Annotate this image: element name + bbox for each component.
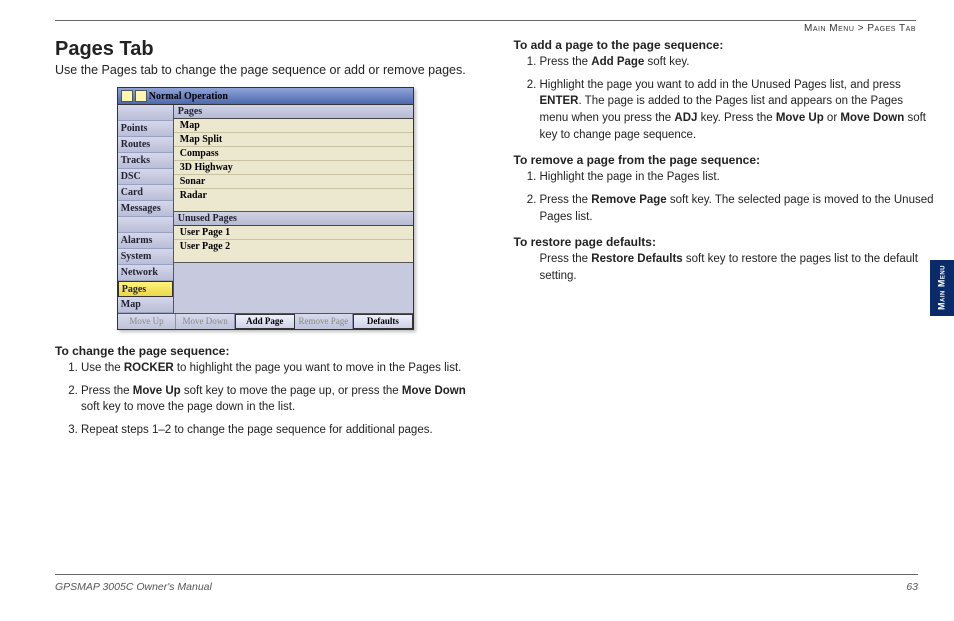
sidebar-item[interactable] bbox=[118, 217, 173, 233]
softkey-remove-page: Remove Page bbox=[295, 314, 354, 329]
list-row[interactable]: 3D Highway bbox=[174, 161, 413, 175]
list-item: Highlight the page in the Pages list. bbox=[540, 169, 935, 186]
page-title: Pages Tab bbox=[55, 38, 476, 61]
right-column: To add a page to the page sequence: Pres… bbox=[514, 38, 935, 447]
sidebar-item[interactable]: Points bbox=[118, 121, 173, 137]
unused-pages-list: User Page 1User Page 2 bbox=[174, 226, 413, 263]
section-tab: Main Menu bbox=[930, 260, 954, 316]
breadcrumb-section: Main Menu bbox=[804, 23, 854, 34]
left-column: Pages Tab Use the Pages tab to change th… bbox=[55, 38, 476, 447]
unused-list-header: Unused Pages bbox=[174, 212, 413, 226]
list-row[interactable]: Map bbox=[174, 119, 413, 133]
list-row[interactable]: Radar bbox=[174, 189, 413, 202]
change-heading: To change the page sequence: bbox=[55, 344, 476, 358]
sidebar-item[interactable]: DSC bbox=[118, 169, 173, 185]
softkey-move-down: Move Down bbox=[176, 314, 235, 329]
footer-rule bbox=[55, 574, 918, 575]
sidebar-item[interactable]: Network bbox=[118, 265, 173, 281]
window-titlebar: Normal Operation bbox=[118, 88, 413, 105]
list-item: Press the Remove Page soft key. The sele… bbox=[540, 192, 935, 225]
list-row[interactable]: Map Split bbox=[174, 133, 413, 147]
footer-page-number: 63 bbox=[906, 581, 918, 593]
add-steps: Press the Add Page soft key. Highlight t… bbox=[514, 54, 935, 143]
restore-body: Press the Restore Defaults soft key to r… bbox=[540, 251, 935, 284]
list-item: Repeat steps 1–2 to change the page sequ… bbox=[81, 422, 476, 439]
remove-heading: To remove a page from the page sequence: bbox=[514, 153, 935, 167]
softkey-bar: Move UpMove DownAdd PageRemove PageDefau… bbox=[118, 313, 413, 329]
sidebar-item[interactable]: Alarms bbox=[118, 233, 173, 249]
softkey-defaults[interactable]: Defaults bbox=[353, 314, 413, 329]
window-icon bbox=[135, 90, 147, 102]
pages-list: MapMap SplitCompass3D HighwaySonarRadar bbox=[174, 119, 413, 212]
list-item: Highlight the page you want to add in th… bbox=[540, 77, 935, 144]
sidebar-item[interactable]: Card bbox=[118, 185, 173, 201]
restore-heading: To restore page defaults: bbox=[514, 235, 935, 249]
window-title: Normal Operation bbox=[149, 91, 228, 102]
list-row[interactable]: Compass bbox=[174, 147, 413, 161]
figure-mainpane: Pages MapMap SplitCompass3D HighwaySonar… bbox=[174, 105, 413, 313]
add-heading: To add a page to the page sequence: bbox=[514, 38, 935, 52]
remove-steps: Highlight the page in the Pages list. Pr… bbox=[514, 169, 935, 225]
list-row[interactable]: User Page 2 bbox=[174, 240, 413, 253]
pages-list-header: Pages bbox=[174, 105, 413, 119]
list-row[interactable]: User Page 1 bbox=[174, 226, 413, 240]
softkey-add-page[interactable]: Add Page bbox=[235, 314, 295, 329]
sidebar-item[interactable]: Tracks bbox=[118, 153, 173, 169]
sidebar-item[interactable] bbox=[118, 105, 173, 121]
list-row[interactable]: Sonar bbox=[174, 175, 413, 189]
list-item: Use the ROCKER to highlight the page you… bbox=[81, 360, 476, 377]
sidebar-item[interactable]: Map bbox=[118, 297, 173, 313]
sidebar-item[interactable]: System bbox=[118, 249, 173, 265]
window-icon bbox=[121, 90, 133, 102]
device-screenshot: Normal Operation PointsRoutesTracksDSCCa… bbox=[117, 87, 414, 330]
intro-text: Use the Pages tab to change the page seq… bbox=[55, 63, 476, 77]
sidebar-item[interactable]: Routes bbox=[118, 137, 173, 153]
sidebar-item[interactable]: Messages bbox=[118, 201, 173, 217]
list-item: Press the Add Page soft key. bbox=[540, 54, 935, 71]
breadcrumb: Main Menu > Pages Tab bbox=[55, 23, 916, 34]
breadcrumb-page: Pages Tab bbox=[867, 23, 916, 34]
softkey-move-up: Move Up bbox=[118, 314, 177, 329]
list-item: Press the Move Up soft key to move the p… bbox=[81, 383, 476, 416]
footer-manual-title: GPSMAP 3005C Owner's Manual bbox=[55, 581, 212, 593]
header-rule bbox=[55, 20, 916, 21]
sidebar-item[interactable]: Pages bbox=[118, 281, 173, 297]
figure-sidebar: PointsRoutesTracksDSCCardMessages Alarms… bbox=[118, 105, 174, 313]
change-steps: Use the ROCKER to highlight the page you… bbox=[55, 360, 476, 439]
